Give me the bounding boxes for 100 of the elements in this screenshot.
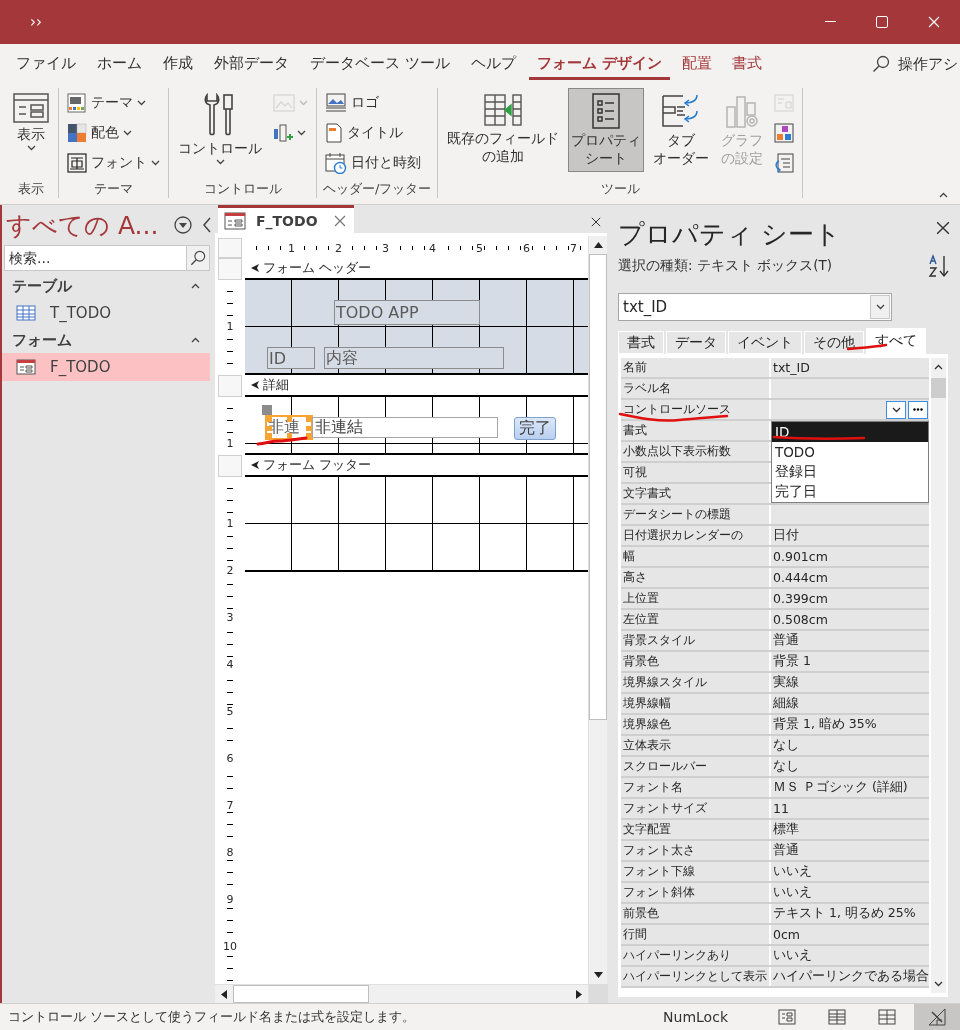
property-value-field[interactable] [771, 379, 929, 398]
collapse-ribbon-button[interactable] [937, 190, 950, 200]
ribbon-button[interactable]: タブ オーダー [650, 88, 713, 173]
ribbon-tab[interactable]: ホーム [89, 48, 150, 80]
property-value: txt_ID [771, 358, 929, 377]
close-icon [928, 16, 940, 28]
ribbon-button[interactable]: 日付と時刻 [323, 150, 423, 176]
document-tab[interactable]: F_TODO [218, 205, 354, 233]
group-label: 表示 [18, 180, 44, 198]
sheet-tab[interactable]: イベント [728, 331, 802, 354]
form-textbox[interactable]: 非連結 [312, 417, 498, 438]
ruler-box [218, 258, 242, 280]
property-value: 0.444cm [771, 568, 929, 587]
ribbon-tab[interactable]: ファイル [8, 48, 84, 80]
close-icon [591, 217, 601, 227]
property-value-field[interactable] [771, 505, 929, 524]
ribbon-tab[interactable]: 書式 [723, 48, 770, 80]
caret-icon [299, 100, 308, 106]
dropdown-option[interactable]: ID [772, 422, 928, 442]
ruler-number: 4 [226, 658, 234, 671]
ribbon-tab[interactable]: 作成 [155, 48, 201, 80]
ruler-number: 8 [226, 846, 234, 859]
property-value: 0cm [771, 925, 929, 944]
ribbon-tab[interactable]: ヘルプ [462, 48, 524, 80]
ribbon-button[interactable]: タイトル [323, 120, 423, 146]
property-name: フォント太さ [621, 841, 769, 860]
property-value: 0.901cm [771, 547, 929, 566]
property-value: 普通 [771, 631, 929, 650]
close-icon [936, 221, 950, 235]
property-value: なし [771, 757, 929, 776]
property-value-field[interactable] [771, 400, 929, 419]
nav-menu-button[interactable] [172, 214, 195, 236]
ribbon-tab[interactable]: 外部データ [206, 48, 297, 80]
selection-type: 選択の種類: テキスト ボックス(T) [618, 257, 832, 275]
property-name: 境界線色 [621, 715, 769, 734]
scroll-thumb[interactable] [589, 254, 607, 720]
nav-item[interactable]: T_TODO [2, 299, 210, 327]
ribbon-tab[interactable]: 配置 [673, 48, 720, 80]
form-icon [16, 359, 36, 375]
ribbon-tab[interactable]: フォーム デザイン [528, 48, 670, 80]
chevron-left-icon [202, 217, 213, 233]
sort-button[interactable] [928, 254, 950, 278]
design-view-icon [928, 1008, 946, 1026]
nav-group-header[interactable]: フォーム [2, 327, 210, 353]
color-scheme-icon [67, 123, 87, 143]
ribbon-button[interactable]: プロパティ シート [568, 88, 645, 173]
property-name: 書式 [621, 421, 769, 440]
ruler-number: 1 [226, 320, 234, 333]
table-icon [16, 305, 36, 321]
property-name: フォント名 [621, 778, 769, 797]
dropdown-button[interactable] [886, 400, 906, 419]
search-button[interactable] [186, 245, 210, 271]
ribbon-button[interactable]: コントロール [175, 88, 265, 171]
search-field[interactable]: 検索... [4, 245, 186, 271]
ruler-number: 3 [381, 242, 390, 254]
scroll-thumb[interactable] [931, 378, 946, 398]
arrow-up-icon [593, 242, 603, 248]
caret-icon [891, 406, 901, 413]
builder-button[interactable] [908, 400, 928, 419]
tab-close-button[interactable] [333, 214, 346, 227]
ribbon-button[interactable] [772, 150, 797, 176]
subform-icon [774, 94, 795, 112]
property-value: 0.399cm [771, 589, 929, 608]
nav-group-header[interactable]: テーブル [2, 273, 210, 299]
sheet-tab[interactable]: その他 [804, 331, 864, 354]
dropdown-button[interactable] [870, 295, 890, 319]
sheet-tab[interactable]: 書式 [618, 331, 664, 354]
ruler-number: 3 [226, 611, 234, 624]
tell-me-search[interactable]: 操作アシ [872, 54, 958, 74]
underline-annotation [257, 437, 307, 445]
ribbon-button[interactable] [772, 120, 797, 146]
property-name: 境界線幅 [621, 694, 769, 713]
sheet-tab[interactable]: データ [666, 331, 726, 354]
property-name: 可視 [621, 463, 769, 482]
form-button[interactable]: 完了 [514, 417, 556, 440]
ribbon-button[interactable]: 表示 [10, 88, 52, 157]
ruler-number: 5 [475, 242, 484, 254]
form-label[interactable]: TODO APP [334, 300, 480, 325]
form-label[interactable]: ID [267, 347, 315, 369]
caret-icon [875, 304, 885, 310]
form-label[interactable]: 内容 [324, 347, 504, 369]
nav-item[interactable]: F_TODO [2, 353, 210, 381]
ribbon-button[interactable]: フォント [65, 150, 162, 176]
ribbon-button[interactable]: テーマ [65, 90, 162, 116]
arrow-left-icon [221, 989, 227, 999]
ruler-number: 10 [223, 940, 237, 953]
property-name: フォントサイズ [621, 799, 769, 818]
object-select[interactable]: txt_ID [618, 293, 892, 321]
property-value: 日付 [771, 526, 929, 545]
group-label: コントロール [203, 180, 282, 198]
scroll-thumb[interactable] [233, 985, 369, 1003]
close-icon [333, 214, 346, 227]
ribbon-button[interactable]: 既存のフィールド の追加 [444, 88, 563, 171]
ribbon-button[interactable]: 配色 [65, 120, 162, 146]
ribbon-tab[interactable]: データベース ツール [302, 48, 458, 80]
view-button[interactable] [914, 1004, 960, 1030]
ribbon-button[interactable]: ロゴ [323, 90, 423, 116]
quick-access-button[interactable]: ›› [30, 13, 42, 31]
property-name: 文字書式 [621, 484, 769, 503]
move-handle[interactable] [262, 405, 272, 415]
